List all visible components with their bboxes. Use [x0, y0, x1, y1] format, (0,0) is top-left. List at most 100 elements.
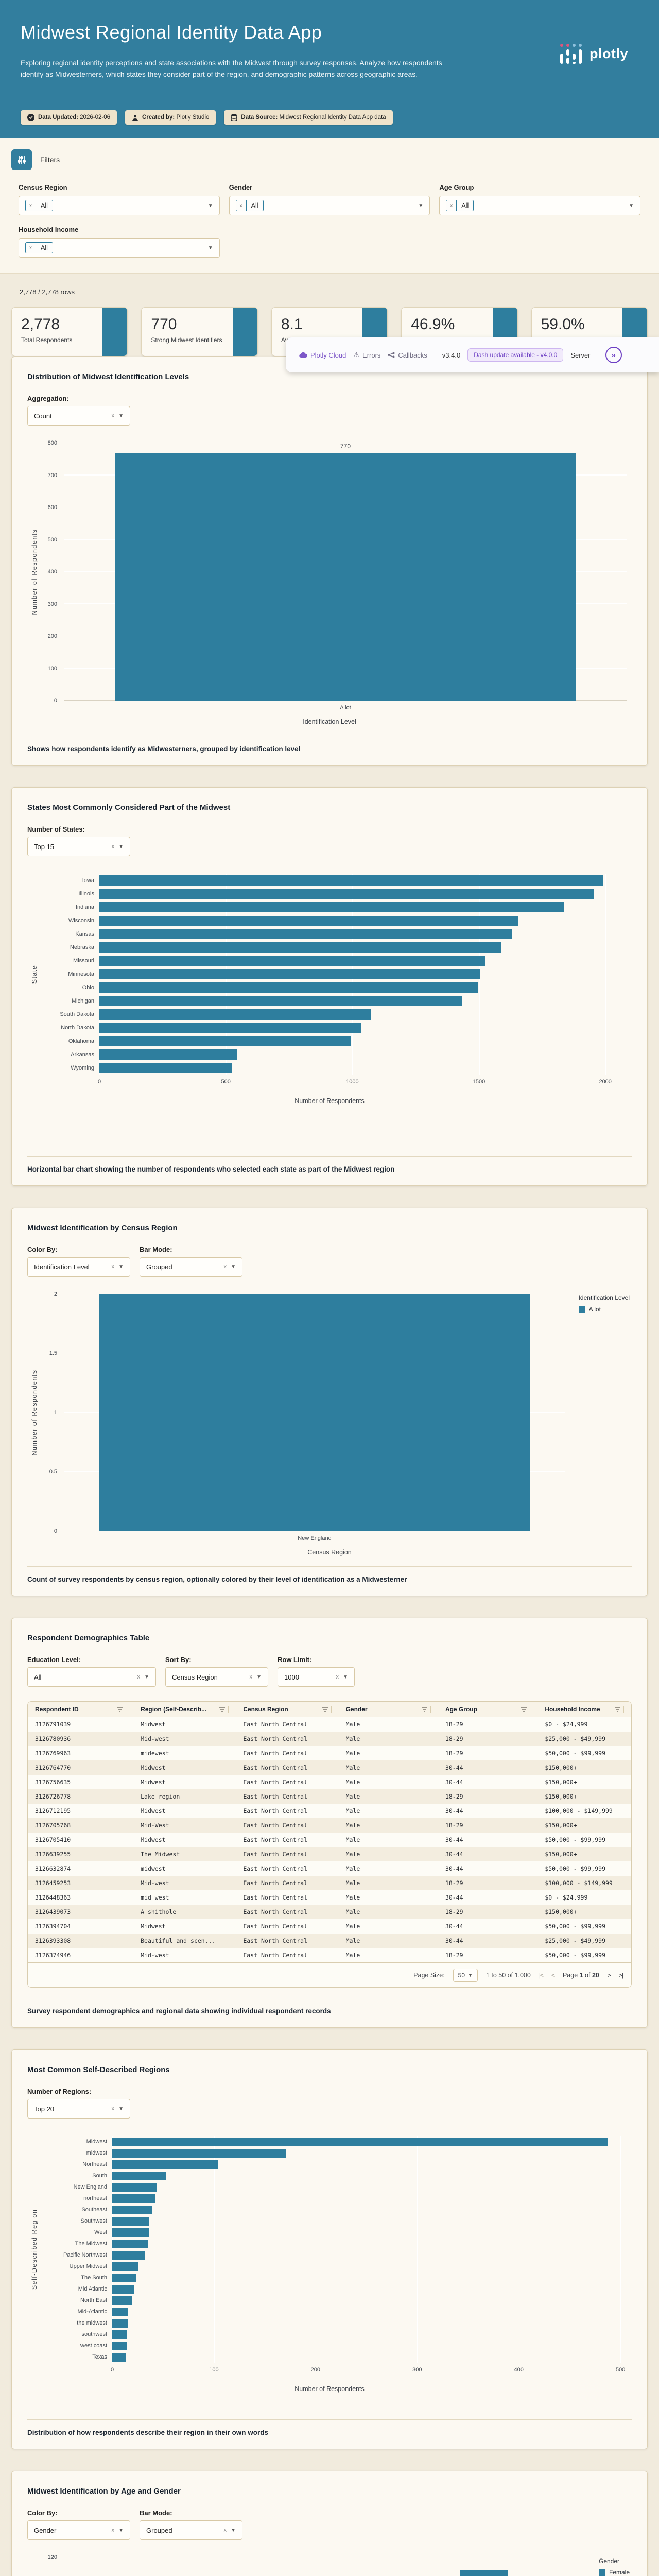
clear-icon[interactable]: x — [250, 1674, 253, 1680]
chevron-down-icon[interactable]: ▼ — [118, 2528, 124, 2533]
table-row[interactable]: 3126756635 Midwest East North Central Male 3… — [28, 1775, 631, 1789]
filter-funnel-icon[interactable] — [322, 1706, 328, 1712]
chevron-down-icon[interactable]: ▼ — [144, 1674, 149, 1680]
row-limit-select[interactable]: 1000 x ▼ — [278, 1667, 355, 1687]
bar-northeast[interactable] — [112, 2194, 155, 2203]
column-header[interactable]: Respondent ID — [28, 1705, 133, 1713]
table-row[interactable]: 3126632874 midwest East North Central Male 3… — [28, 1861, 631, 1876]
bar-northeast[interactable] — [112, 2160, 218, 2169]
selected-chip[interactable]: x All — [446, 200, 474, 211]
chevron-down-icon[interactable]: ▼ — [118, 1264, 124, 1270]
bar-kansas[interactable] — [99, 929, 512, 939]
bar-missouri[interactable] — [99, 956, 485, 966]
clear-icon[interactable]: x — [112, 2106, 115, 2112]
bar-mode-select[interactable]: Grouped x ▼ — [140, 1257, 242, 1277]
table-row[interactable]: 3126764770 Midwest East North Central Male 3… — [28, 1760, 631, 1775]
bar-mode-select[interactable]: Grouped x ▼ — [140, 2520, 242, 2540]
table-row[interactable]: 3126393308 Beautiful and scen... East Nort… — [28, 1934, 631, 1948]
column-header[interactable]: Household Income — [537, 1705, 631, 1713]
bar-wyoming[interactable] — [99, 1063, 232, 1073]
bar-midwest[interactable] — [112, 2148, 286, 2158]
color-by-select[interactable]: Identification Level x ▼ — [27, 1257, 130, 1277]
chevron-down-icon[interactable]: ▼ — [118, 413, 124, 419]
bar-north-dakota[interactable] — [99, 1023, 361, 1033]
bar-nebraska[interactable] — [99, 942, 502, 953]
filter-funnel-icon[interactable] — [219, 1706, 226, 1712]
aggregation-select[interactable]: Count x ▼ — [27, 406, 130, 426]
column-header[interactable]: Gender — [339, 1705, 438, 1713]
chevron-down-icon[interactable]: ▼ — [118, 2106, 124, 2112]
legend-entry[interactable]: Female — [598, 2569, 630, 2576]
bar-ohio[interactable] — [99, 982, 478, 993]
bar-illinois[interactable] — [99, 889, 594, 899]
clear-icon[interactable]: x — [112, 413, 115, 419]
last-page-button[interactable]: >| — [619, 1972, 623, 1979]
column-header[interactable]: Age Group — [438, 1705, 537, 1713]
number-of-regions-select[interactable]: Top 20 x ▼ — [27, 2099, 130, 2119]
education-level-select[interactable]: All x ▼ — [27, 1667, 156, 1687]
chevron-down-icon[interactable]: ▼ — [418, 203, 423, 209]
bar-pacific-northwest[interactable] — [112, 2250, 145, 2260]
chevron-down-icon[interactable]: ▼ — [208, 203, 213, 209]
chevron-down-icon[interactable]: ▼ — [629, 203, 634, 209]
bar-mid-atlantic[interactable] — [112, 2284, 135, 2294]
filter-funnel-icon[interactable] — [521, 1706, 527, 1712]
selected-chip[interactable]: x All — [25, 200, 53, 211]
bar-southwest[interactable] — [112, 2216, 149, 2226]
column-header[interactable]: Region (Self-Describ... — [133, 1705, 236, 1713]
table-row[interactable]: 3126726778 Lake region East North Central M… — [28, 1789, 631, 1804]
bar-new-england[interactable] — [112, 2182, 157, 2192]
bar-indiana[interactable] — [99, 902, 564, 912]
bar-mid-atlantic[interactable] — [112, 2307, 128, 2316]
page-size-select[interactable]: 50 ▼ — [453, 1968, 478, 1982]
bar-the-midwest[interactable] — [112, 2318, 128, 2328]
table-row[interactable]: 3126705410 Midwest East North Central Male 3… — [28, 1833, 631, 1847]
table-row[interactable]: 3126394704 Midwest East North Central Male 3… — [28, 1919, 631, 1934]
bar-new-england[interactable] — [99, 1294, 530, 1531]
legend-entry[interactable]: A lot — [578, 1306, 630, 1313]
color-by-select[interactable]: Gender x ▼ — [27, 2520, 130, 2540]
bar-west-coast[interactable] — [112, 2341, 127, 2350]
table-row[interactable]: 3126374946 Mid-west East North Central Male… — [28, 1948, 631, 1962]
household-income-select[interactable]: x All ▼ — [19, 238, 220, 258]
bar-minnesota[interactable] — [99, 969, 480, 979]
chip-remove-icon[interactable]: x — [236, 200, 247, 211]
filter-funnel-icon[interactable] — [117, 1706, 123, 1712]
chevron-down-icon[interactable]: ▼ — [231, 2528, 236, 2533]
chevron-down-icon[interactable]: ▼ — [468, 1973, 473, 1978]
table-row[interactable]: 3126712195 Midwest East North Central Male 3… — [28, 1804, 631, 1818]
table-row[interactable]: 3126705768 Mid-West East North Central Male… — [28, 1818, 631, 1833]
table-row[interactable]: 3126459253 Mid-west East North Central Male… — [28, 1876, 631, 1890]
bar-michigan[interactable] — [99, 996, 463, 1006]
column-header[interactable]: Census Region — [236, 1705, 338, 1713]
update-available-badge[interactable]: Dash update available - v4.0.0 — [467, 348, 564, 362]
table-row[interactable]: 3126439073 A shithole East North Central Ma… — [28, 1905, 631, 1919]
bar-southeast[interactable] — [112, 2205, 152, 2214]
next-page-button[interactable]: > — [608, 1972, 611, 1979]
bar-south-dakota[interactable] — [99, 1009, 372, 1020]
clear-icon[interactable]: x — [112, 2527, 115, 2533]
clear-icon[interactable]: x — [112, 1264, 115, 1270]
bar-the-south[interactable] — [112, 2273, 137, 2282]
chip-remove-icon[interactable]: x — [446, 200, 457, 211]
selected-chip[interactable]: x All — [235, 200, 264, 211]
chevron-down-icon[interactable]: ▼ — [208, 245, 213, 251]
gender-select[interactable]: x All ▼ — [229, 196, 430, 215]
census-region-select[interactable]: x All ▼ — [19, 196, 220, 215]
sort-by-select[interactable]: Census Region x ▼ — [165, 1667, 268, 1687]
table-row[interactable]: 3126780936 Mid-west East North Central Male… — [28, 1732, 631, 1746]
plotly-cloud-button[interactable]: Plotly Cloud — [299, 351, 346, 359]
bar-a-lot[interactable] — [115, 452, 576, 701]
number-of-states-select[interactable]: Top 15 x ▼ — [27, 837, 130, 856]
filter-funnel-icon[interactable] — [614, 1706, 620, 1712]
prev-page-button[interactable]: < — [551, 1972, 555, 1979]
chip-remove-icon[interactable]: x — [26, 243, 36, 253]
bar-south[interactable] — [112, 2171, 166, 2180]
bar-midwest[interactable] — [112, 2137, 609, 2146]
bar-the-midwest[interactable] — [112, 2239, 148, 2248]
clear-icon[interactable]: x — [224, 1264, 227, 1270]
chip-remove-icon[interactable]: x — [26, 200, 36, 211]
age-group-select[interactable]: x All ▼ — [439, 196, 640, 215]
table-row[interactable]: 3126769963 midewest East North Central Male… — [28, 1746, 631, 1760]
collapse-toolbar-button[interactable]: » — [605, 347, 622, 363]
